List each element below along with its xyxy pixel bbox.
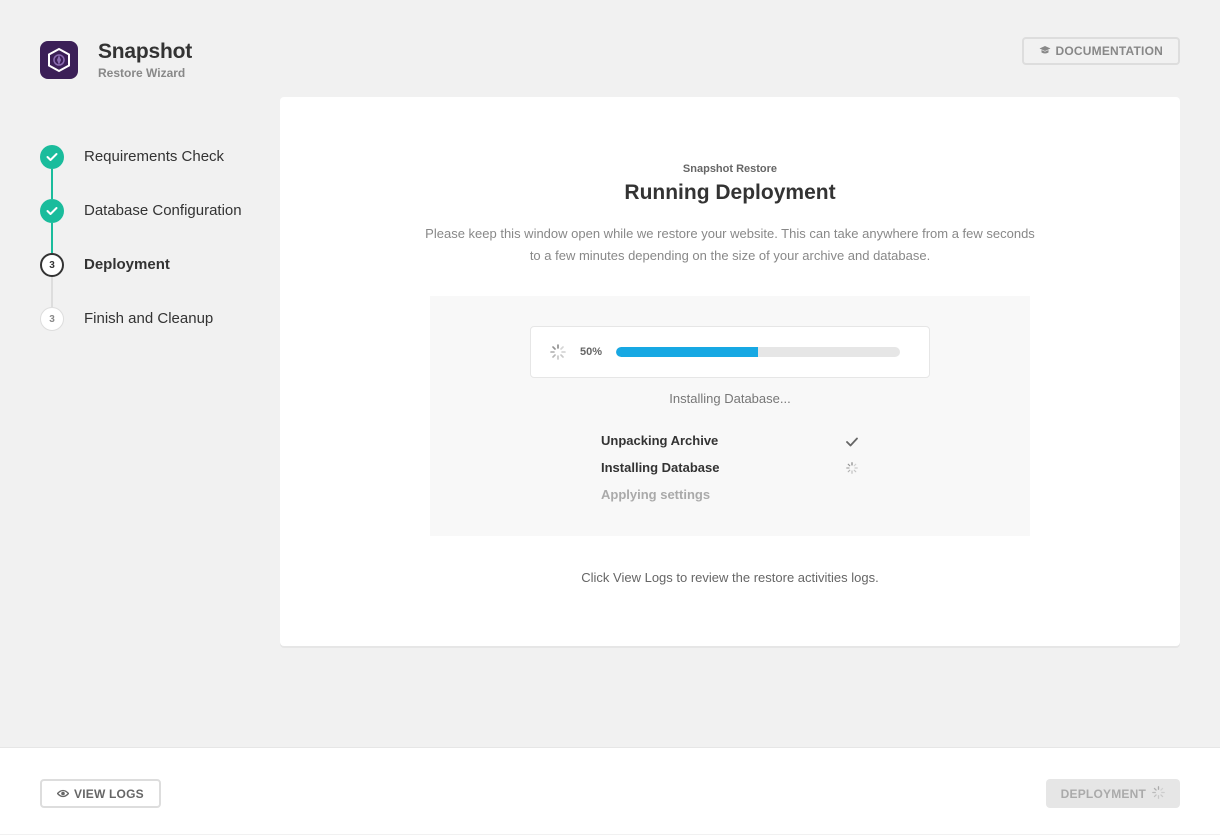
progress-percent: 50%: [580, 346, 603, 358]
step-connector: [51, 277, 53, 307]
progress-status-text: Installing Database...: [669, 391, 791, 406]
view-logs-button[interactable]: VIEW LOGS: [40, 779, 161, 808]
deployment-card: Snapshot Restore Running Deployment Plea…: [280, 97, 1180, 646]
documentation-button[interactable]: DOCUMENTATION: [1021, 37, 1180, 65]
app-title: Snapshot: [98, 40, 193, 63]
logs-hint-text: Click View Logs to review the restore ac…: [581, 570, 879, 585]
step-deployment: 3 Deployment: [40, 253, 270, 307]
eye-icon: [56, 787, 70, 801]
step-database-configuration: Database Configuration: [40, 199, 270, 253]
step-complete-check-icon: [40, 199, 64, 223]
wizard-footer: VIEW LOGS DEPLOYMENT: [0, 747, 1220, 834]
step-complete-check-icon: [40, 145, 64, 169]
task-item-installing-database: Installing Database: [601, 460, 719, 475]
checkmark-icon: [846, 434, 858, 452]
step-finish-and-cleanup: 3 Finish and Cleanup: [40, 307, 270, 361]
task-item-unpacking-archive: Unpacking Archive: [601, 433, 718, 448]
deployment-button[interactable]: DEPLOYMENT: [1045, 779, 1180, 808]
snapshot-logo-icon: [40, 41, 78, 79]
step-connector: [51, 223, 53, 253]
step-label: Database Configuration: [84, 202, 242, 219]
view-logs-label: VIEW LOGS: [74, 786, 144, 801]
page-title: Running Deployment: [624, 181, 836, 204]
card-description: Please keep this window open while we re…: [425, 226, 1035, 263]
task-label: Installing Database: [601, 460, 720, 475]
step-connector: [51, 169, 53, 199]
step-number: 3: [40, 253, 64, 277]
wizard-steps: Requirements Check Database Configuratio…: [40, 145, 270, 361]
progress-fill: [616, 347, 758, 357]
graduation-cap-icon: [1039, 44, 1051, 58]
progress-track: [616, 347, 900, 357]
task-item-applying-settings: Applying settings: [601, 487, 710, 502]
step-label: Finish and Cleanup: [84, 310, 214, 327]
deployment-label: DEPLOYMENT: [1060, 786, 1146, 801]
step-requirements-check: Requirements Check: [40, 145, 270, 199]
documentation-label: DOCUMENTATION: [1055, 44, 1163, 58]
card-subtitle: Snapshot Restore: [682, 163, 778, 175]
task-label: Applying settings: [601, 487, 711, 502]
spinner-icon: [846, 461, 858, 479]
spinner-icon: [550, 344, 566, 365]
step-number: 3: [40, 307, 64, 331]
app-subtitle: Restore Wizard: [98, 66, 186, 80]
progress-bar-container: 50%: [530, 326, 930, 378]
progress-panel: 50% Installing Database... Unpacking Arc…: [430, 296, 1030, 536]
step-label: Deployment: [84, 256, 170, 273]
step-label: Requirements Check: [84, 148, 225, 165]
task-label: Unpacking Archive: [601, 433, 719, 448]
spinner-icon: [1152, 785, 1165, 802]
